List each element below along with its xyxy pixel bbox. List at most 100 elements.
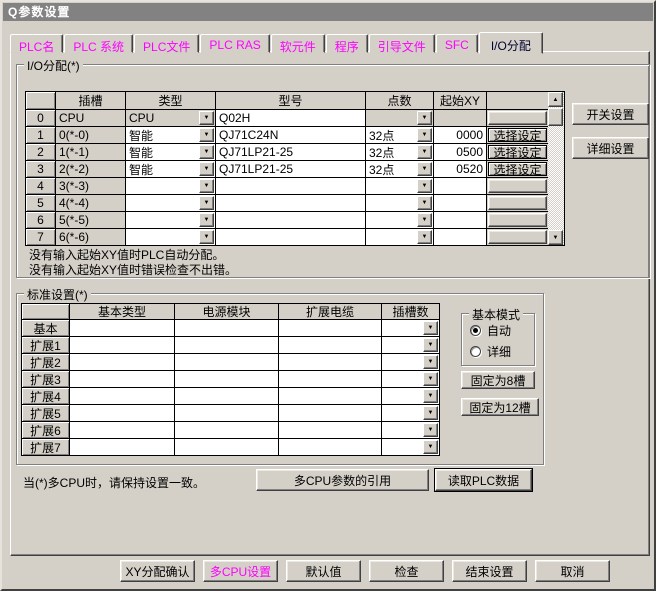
std-row-label[interactable]: 基本 xyxy=(22,320,70,337)
io-points-dropdown[interactable]: ▼ xyxy=(366,110,434,127)
std-power-cell[interactable] xyxy=(175,354,279,371)
tab-device[interactable]: 软元件 xyxy=(271,34,325,53)
select-setting-button[interactable]: 选择设定 xyxy=(488,128,547,142)
base-mode-option-auto[interactable]: 自动 xyxy=(470,322,534,339)
std-base-type-cell[interactable] xyxy=(70,422,175,439)
dropdown-arrow-icon[interactable]: ▼ xyxy=(199,179,214,193)
select-setting-button[interactable]: 选择设定 xyxy=(488,145,547,159)
io-points-dropdown[interactable]: ▼ xyxy=(366,195,434,212)
dropdown-arrow-icon[interactable]: ▼ xyxy=(423,372,438,386)
io-type-dropdown[interactable]: CPU▼ xyxy=(126,110,216,127)
end-setup-button[interactable]: 结束设置 xyxy=(452,560,527,582)
std-cable-cell[interactable] xyxy=(279,439,382,456)
dropdown-arrow-icon[interactable]: ▼ xyxy=(417,162,432,176)
std-base-type-cell[interactable] xyxy=(70,371,175,388)
io-model-cell[interactable] xyxy=(216,212,366,229)
std-base-type-cell[interactable] xyxy=(70,388,175,405)
std-base-type-cell[interactable] xyxy=(70,405,175,422)
std-slots-dropdown[interactable]: ▼ xyxy=(382,422,440,439)
io-startxy-cell[interactable] xyxy=(434,229,487,246)
io-type-dropdown[interactable]: ▼ xyxy=(126,178,216,195)
io-row-number[interactable]: 2 xyxy=(26,144,56,161)
std-row-label[interactable]: 扩展6 xyxy=(22,422,70,439)
dropdown-arrow-icon[interactable]: ▼ xyxy=(199,111,214,125)
std-slots-dropdown[interactable]: ▼ xyxy=(382,371,440,388)
fix-12-slots-button[interactable]: 固定为12槽 xyxy=(461,398,539,416)
io-points-dropdown[interactable]: ▼ xyxy=(366,212,434,229)
tab-sfc[interactable]: SFC xyxy=(436,34,478,53)
std-cable-cell[interactable] xyxy=(279,320,382,337)
std-cable-cell[interactable] xyxy=(279,337,382,354)
dropdown-arrow-icon[interactable]: ▼ xyxy=(199,145,214,159)
io-model-cell[interactable]: QJ71C24N xyxy=(216,127,366,144)
std-row-label[interactable]: 扩展5 xyxy=(22,405,70,422)
base-mode-option-detail[interactable]: 详细 xyxy=(470,343,534,360)
io-row-number[interactable]: 3 xyxy=(26,161,56,178)
dropdown-arrow-icon[interactable]: ▼ xyxy=(423,406,438,420)
std-slots-dropdown[interactable]: ▼ xyxy=(382,320,440,337)
std-slots-dropdown[interactable]: ▼ xyxy=(382,405,440,422)
io-startxy-cell[interactable] xyxy=(434,212,487,229)
tab-plc-system[interactable]: PLC 系统 xyxy=(64,34,133,53)
fix-8-slots-button[interactable]: 固定为8槽 xyxy=(461,371,535,389)
io-model-cell[interactable] xyxy=(216,229,366,246)
std-power-cell[interactable] xyxy=(175,337,279,354)
dropdown-arrow-icon[interactable]: ▼ xyxy=(423,338,438,352)
io-model-cell[interactable] xyxy=(216,195,366,212)
io-row-number[interactable]: 5 xyxy=(26,195,56,212)
dropdown-arrow-icon[interactable]: ▼ xyxy=(199,230,214,244)
dropdown-arrow-icon[interactable]: ▼ xyxy=(417,111,432,125)
std-slots-dropdown[interactable]: ▼ xyxy=(382,439,440,456)
default-values-button[interactable]: 默认值 xyxy=(286,560,361,582)
std-base-type-cell[interactable] xyxy=(70,354,175,371)
io-points-dropdown[interactable]: ▼ xyxy=(366,178,434,195)
io-model-cell[interactable]: QJ71LP21-25 xyxy=(216,161,366,178)
std-power-cell[interactable] xyxy=(175,439,279,456)
multi-cpu-param-reference-button[interactable]: 多CPU参数的引用 xyxy=(256,469,429,491)
io-type-dropdown[interactable]: 智能▼ xyxy=(126,127,216,144)
dropdown-arrow-icon[interactable]: ▼ xyxy=(199,128,214,142)
io-row-number[interactable]: 7 xyxy=(26,229,56,246)
std-row-label[interactable]: 扩展2 xyxy=(22,354,70,371)
io-points-dropdown[interactable]: ▼ xyxy=(366,229,434,246)
io-startxy-cell[interactable]: 0500 xyxy=(434,144,487,161)
tab-boot-file[interactable]: 引导文件 xyxy=(369,34,435,53)
std-power-cell[interactable] xyxy=(175,371,279,388)
tab-plc-name[interactable]: PLC名 xyxy=(10,34,63,53)
io-type-dropdown[interactable]: ▼ xyxy=(126,195,216,212)
io-row-number[interactable]: 0 xyxy=(26,110,56,127)
io-startxy-cell[interactable] xyxy=(434,195,487,212)
tab-plc-file[interactable]: PLC文件 xyxy=(134,34,199,53)
std-base-type-cell[interactable] xyxy=(70,337,175,354)
io-model-cell[interactable]: Q02H xyxy=(216,110,366,127)
switch-settings-button[interactable]: 开关设置 xyxy=(572,103,649,125)
io-model-cell[interactable] xyxy=(216,178,366,195)
radio-unchecked-icon[interactable] xyxy=(470,346,481,357)
detail-settings-button[interactable]: 详细设置 xyxy=(572,137,649,159)
std-row-label[interactable]: 扩展3 xyxy=(22,371,70,388)
io-type-dropdown[interactable]: ▼ xyxy=(126,212,216,229)
io-table-scrollbar[interactable]: ▲ ▼ xyxy=(548,91,565,246)
dropdown-arrow-icon[interactable]: ▼ xyxy=(417,128,432,142)
io-points-dropdown[interactable]: 32点▼ xyxy=(366,161,434,178)
std-slots-dropdown[interactable]: ▼ xyxy=(382,337,440,354)
read-plc-data-button[interactable]: 读取PLC数据 xyxy=(435,469,532,491)
dropdown-arrow-icon[interactable]: ▼ xyxy=(423,389,438,403)
std-base-type-cell[interactable] xyxy=(70,439,175,456)
std-slots-dropdown[interactable]: ▼ xyxy=(382,388,440,405)
io-startxy-cell[interactable]: 0000 xyxy=(434,127,487,144)
std-cable-cell[interactable] xyxy=(279,388,382,405)
std-slots-dropdown[interactable]: ▼ xyxy=(382,354,440,371)
std-power-cell[interactable] xyxy=(175,388,279,405)
dropdown-arrow-icon[interactable]: ▼ xyxy=(417,145,432,159)
xy-assignment-confirm-button[interactable]: XY分配确认 xyxy=(120,560,195,582)
select-setting-button[interactable]: 选择设定 xyxy=(488,162,547,176)
dropdown-arrow-icon[interactable]: ▼ xyxy=(417,230,432,244)
dropdown-arrow-icon[interactable]: ▼ xyxy=(199,162,214,176)
io-type-dropdown[interactable]: 智能▼ xyxy=(126,161,216,178)
io-points-dropdown[interactable]: 32点▼ xyxy=(366,144,434,161)
io-startxy-cell[interactable]: 0520 xyxy=(434,161,487,178)
std-power-cell[interactable] xyxy=(175,320,279,337)
io-row-number[interactable]: 6 xyxy=(26,212,56,229)
radio-checked-icon[interactable] xyxy=(470,325,481,336)
